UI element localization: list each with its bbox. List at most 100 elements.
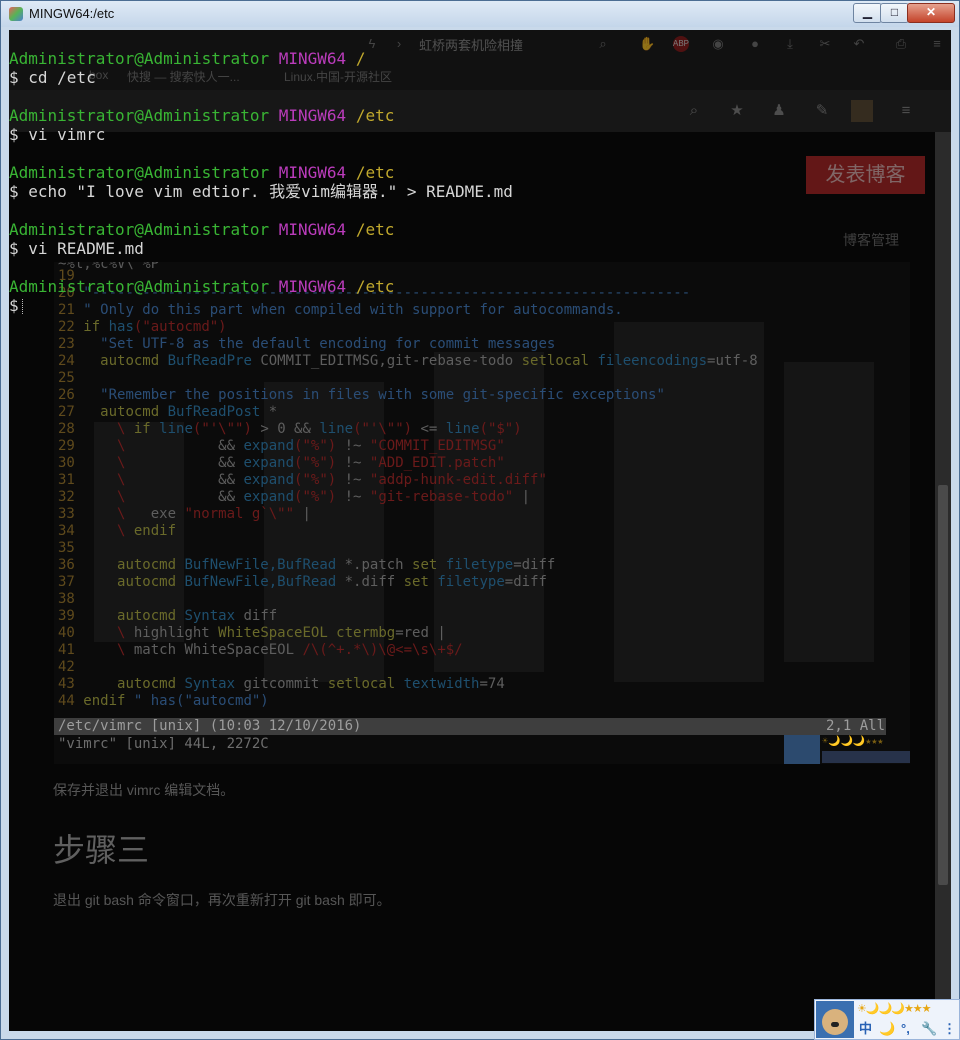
title-bar[interactable]: MINGW64:/etc ▁ □ ✕ bbox=[1, 1, 959, 27]
vim-code-line: 27 autocmd BufReadPost * bbox=[58, 404, 277, 421]
vim-code-token: BufReadPre bbox=[167, 353, 261, 369]
vim-code-token: set bbox=[412, 557, 446, 573]
vim-line-number: 31 bbox=[58, 472, 75, 488]
vim-code-token: \ bbox=[83, 438, 219, 454]
vim-code-line: 36 autocmd BufNewFile,BufRead *.patch se… bbox=[58, 557, 555, 574]
vim-line-number: 38 bbox=[58, 591, 75, 607]
prompt-path: / bbox=[355, 49, 366, 68]
terminal-command-line: $ vi README.md bbox=[9, 239, 144, 258]
ime-punctuation-button[interactable]: °, bbox=[901, 1020, 910, 1038]
maximize-button[interactable]: □ bbox=[880, 3, 909, 23]
ime-toolbar-thumbnail: ☀🌙🌙🌙★★★ bbox=[784, 735, 910, 764]
prompt-path: /etc bbox=[355, 277, 395, 296]
vim-code-line: 28 \ if line("'\"") > 0 && line("'\"") <… bbox=[58, 421, 522, 438]
scrollbar-thumb[interactable] bbox=[938, 485, 948, 885]
vim-code-token: !~ bbox=[336, 455, 370, 471]
vim-code-token: BufNewFile,BufRead bbox=[184, 557, 345, 573]
vim-code-token: !~ bbox=[336, 472, 370, 488]
vim-code-token: =diff bbox=[504, 574, 547, 590]
vim-code-token: textwidth bbox=[403, 676, 480, 692]
terminal-command-line: $ vi vimrc bbox=[9, 125, 105, 144]
vim-code-line: 40 \ highlight WhiteSpaceEOL ctermbg=red… bbox=[58, 625, 446, 642]
vim-code-token: "Set UTF-8 as the default encoding for c… bbox=[83, 336, 556, 352]
prompt-path: /etc bbox=[355, 220, 395, 239]
vim-code-token: COMMIT_EDITMSG,git-rebase-todo bbox=[260, 353, 522, 369]
bookmark-item: Linux.中国-开源社区 bbox=[284, 70, 393, 84]
ime-settings-button[interactable]: 🔧 bbox=[921, 1020, 937, 1038]
command-text: $ vi README.md bbox=[9, 239, 144, 258]
mingw-app-icon[interactable] bbox=[9, 7, 23, 21]
vim-code-token: > 0 && bbox=[251, 421, 320, 437]
command-text: $ cd /etc bbox=[9, 68, 96, 87]
article-paragraph: 退出 git bash 命令窗口，再次重新打开 git bash 即可。 bbox=[53, 892, 391, 908]
vim-code-token: autocmd bbox=[83, 608, 185, 624]
vim-code-line: 34 \ endif bbox=[58, 523, 176, 540]
vim-code-token: expand bbox=[243, 472, 295, 488]
edit-icon: ✎ bbox=[815, 102, 829, 119]
puzzle-icon: ✋ bbox=[639, 36, 656, 51]
vim-code-token: && bbox=[218, 472, 244, 488]
vim-code-token: autocmd bbox=[83, 404, 168, 420]
terminal-prompt-line: Administrator@Administrator MINGW64 / bbox=[9, 49, 365, 68]
vim-code-token: autocmd bbox=[83, 574, 185, 590]
terminal-command-line: $ echo "I love vim edtior. 我爱vim编辑器." > … bbox=[9, 182, 513, 201]
vim-line-number: 40 bbox=[58, 625, 75, 641]
menu-icon: ≡ bbox=[933, 36, 941, 51]
vim-code-token: "git-rebase-todo" bbox=[369, 489, 514, 505]
vim-status-position: 2,1 All bbox=[826, 718, 886, 734]
vim-code-token: !~ bbox=[336, 489, 370, 505]
vim-code-token: set bbox=[403, 574, 438, 590]
command-text[interactable]: $ bbox=[9, 296, 19, 315]
minimize-button[interactable]: ▁ bbox=[853, 3, 882, 23]
chevron-right-icon: › bbox=[396, 36, 402, 51]
terminal-prompt-line: Administrator@Administrator MINGW64 /etc bbox=[9, 106, 394, 125]
window-title: MINGW64:/etc bbox=[29, 6, 115, 21]
vim-code-token: \ bbox=[83, 421, 134, 437]
vim-status-file: /etc/vimrc [unix] (10:03 12/10/2016) bbox=[58, 718, 362, 734]
vim-line-number: 34 bbox=[58, 523, 75, 539]
vim-code-token: WhiteSpaceEOL ctermbg bbox=[218, 625, 396, 641]
article-heading: 步骤三 bbox=[53, 832, 150, 868]
text-cursor bbox=[21, 299, 24, 314]
vim-line-number: 33 bbox=[58, 506, 75, 522]
ime-halfwidth-button[interactable]: 🌙 bbox=[879, 1020, 895, 1038]
vim-code-token: setlocal bbox=[327, 676, 404, 692]
publish-blog-button: 发表博客 bbox=[806, 156, 925, 194]
vim-line-number: 28 bbox=[58, 421, 75, 437]
vim-code-token: fileencodings bbox=[597, 353, 708, 369]
prompt-user: Administrator@Administrator bbox=[9, 49, 270, 68]
prompt-host: MINGW64 bbox=[278, 106, 347, 125]
vim-code-line: 43 autocmd Syntax gitcommit setlocal tex… bbox=[58, 676, 505, 693]
vim-code-token: \ bbox=[83, 455, 219, 471]
close-button[interactable]: ✕ bbox=[907, 3, 955, 23]
vim-code-token: Syntax bbox=[184, 676, 244, 692]
vim-code-token: line bbox=[159, 421, 193, 437]
prompt-path: /etc bbox=[355, 106, 395, 125]
ime-avatar[interactable] bbox=[816, 1001, 854, 1038]
vim-line-number: 26 bbox=[58, 387, 75, 403]
vim-code-token: " has("autocmd") bbox=[133, 693, 269, 709]
vim-line-number: 44 bbox=[58, 693, 75, 709]
vim-code-line: 33 \ exe "normal g`\"" | bbox=[58, 506, 311, 523]
ime-more-button[interactable]: ⋮ bbox=[943, 1020, 956, 1038]
ime-toolbar[interactable]: ☀🌙🌙🌙★★★ 中 🌙 °, 🔧 ⋮ bbox=[814, 999, 960, 1040]
vim-code-token: ("%") bbox=[294, 472, 337, 488]
terminal-command-line: $ cd /etc bbox=[9, 68, 96, 87]
search-icon: ⌕ bbox=[689, 102, 699, 119]
ime-chinese-mode-button[interactable]: 中 bbox=[859, 1020, 872, 1038]
vim-code-token: =utf-8 bbox=[707, 353, 758, 369]
vim-line-number: 37 bbox=[58, 574, 75, 590]
vim-code-line: 29 \ && expand("%") !~ "COMMIT_EDITMSG" bbox=[58, 438, 505, 455]
vim-line-number: 36 bbox=[58, 557, 75, 573]
vim-code-line: 32 \ && expand("%") !~ "git-rebase-todo"… bbox=[58, 489, 530, 506]
vim-code-token: && bbox=[218, 438, 244, 454]
vim-code-token: ("%") bbox=[294, 489, 337, 505]
vim-code-token: \ bbox=[83, 625, 134, 641]
vim-line-number: 21 bbox=[58, 302, 75, 318]
vim-code-token: "COMMIT_EDITMSG" bbox=[369, 438, 505, 454]
vim-code-token: Syntax bbox=[184, 608, 244, 624]
vim-code-line: 39 autocmd Syntax diff bbox=[58, 608, 277, 625]
vim-code-token: " Only do this part when compiled with s… bbox=[83, 302, 623, 318]
terminal-client-area[interactable]: 虹桥两套机险相撞 ϟ › ⌕ ✋ ABP ◉ ● ⤓ ✂ ↶ ⎙ ≡ box 快… bbox=[9, 30, 951, 1031]
prompt-host: MINGW64 bbox=[278, 163, 347, 182]
